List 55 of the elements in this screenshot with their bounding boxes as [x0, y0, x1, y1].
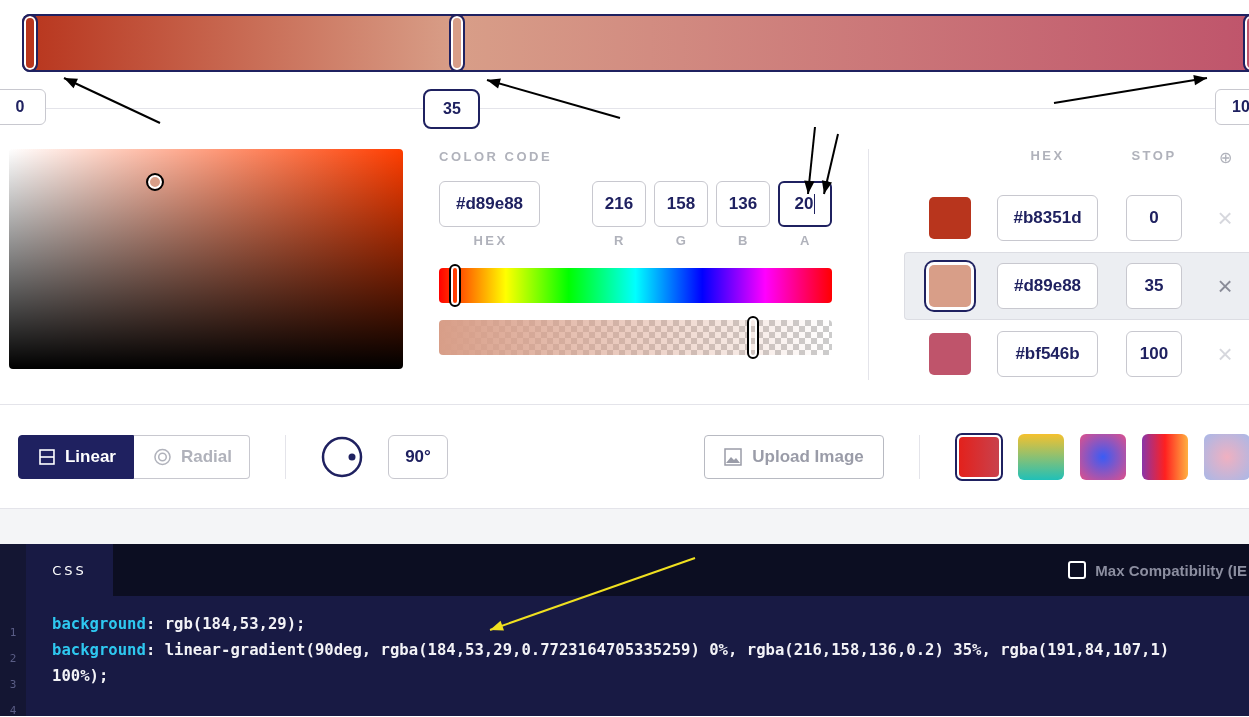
gradient-bar[interactable] [22, 14, 1249, 72]
hex-input[interactable]: #bf546b [997, 331, 1098, 377]
line-number: 4 [9, 703, 17, 717]
square-split-icon [39, 448, 55, 465]
channel-input[interactable]: 20 [778, 181, 832, 227]
code-tab[interactable]: CSS [26, 544, 113, 596]
field-label: HEX [472, 233, 508, 250]
line-number: 2 [9, 651, 17, 667]
line-number: 1 [9, 625, 17, 641]
checkbox-label: Max Compatibility (IE [1095, 561, 1247, 579]
preset-swatch[interactable] [1141, 432, 1189, 481]
preset-swatch[interactable] [1203, 432, 1249, 481]
code-line: background: rgb(184,53,29); [52, 615, 306, 633]
field-label: G [674, 233, 689, 250]
column-header: STOP [1130, 148, 1178, 163]
picker-marker[interactable] [145, 173, 164, 191]
stop-position-field[interactable]: 0 [0, 89, 46, 125]
line-number: 3 [9, 677, 17, 693]
stop-handle[interactable] [449, 14, 466, 72]
field-label: R [613, 233, 626, 250]
channel-input[interactable]: 136 [716, 181, 770, 227]
stop-input[interactable]: 100 [1126, 331, 1182, 377]
preset-swatch[interactable] [1079, 432, 1127, 481]
field-label: B [737, 233, 750, 250]
annotation-arrow [804, 126, 816, 195]
slider-thumb[interactable] [747, 316, 760, 359]
preset-swatch[interactable] [955, 432, 1003, 481]
angle-input[interactable]: 90° [388, 434, 448, 479]
slider-thumb[interactable] [448, 264, 461, 307]
field-label: A [799, 233, 812, 250]
column-header: HEX [1029, 148, 1066, 163]
channel-input[interactable]: 158 [654, 181, 708, 227]
stop-input[interactable]: 0 [1126, 195, 1182, 241]
hex-input[interactable]: #d89e88 [439, 181, 540, 227]
annotation-arrow [821, 133, 839, 195]
saturation-area[interactable] [9, 149, 403, 369]
gradient-type-tab[interactable]: Linear [18, 434, 134, 479]
concentric-circles-icon [154, 447, 171, 466]
color-swatch[interactable] [929, 197, 971, 239]
stop-input[interactable]: 35 [1126, 263, 1182, 309]
angle-dial[interactable] [321, 435, 363, 478]
channel-input[interactable]: 216 [592, 181, 646, 227]
code-line: 100%); [52, 667, 109, 685]
stop-position-field[interactable]: 35 [423, 89, 481, 129]
hex-input[interactable]: #d89e88 [997, 263, 1098, 309]
color-swatch[interactable] [929, 333, 971, 375]
code-line: background: linear-gradient(90deg, rgba(184,53,29,0.7723164705335259) 0%, rgba(216,158,136,0.2) 35%, rgba(191,84,107,1) [52, 641, 1170, 659]
stop-row[interactable]: #d89e88 35 × [904, 252, 1249, 320]
stop-handle[interactable] [22, 14, 38, 72]
stop-position-field[interactable]: 10 [1215, 89, 1249, 125]
image-icon [724, 447, 743, 466]
hex-input[interactable]: #b8351d [997, 195, 1098, 241]
section-title: COLOR CODE [439, 149, 554, 166]
checkbox[interactable] [1068, 561, 1087, 579]
preset-swatch[interactable] [1017, 432, 1065, 481]
